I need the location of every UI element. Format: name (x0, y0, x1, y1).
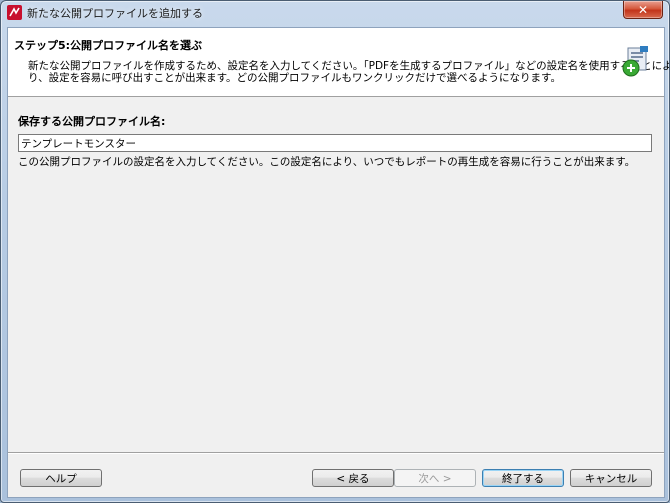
finish-button[interactable]: 終了する (482, 469, 564, 487)
close-icon: ✕ (637, 2, 649, 17)
footer-divider (8, 452, 664, 454)
profile-name-hint: この公開プロファイルの設定名を入力してください。この設定名により、いつでもレポー… (18, 156, 636, 168)
back-button[interactable]: < 戻る (312, 469, 394, 487)
wizard-client-area: ステップ5:公開プロファイル名を選ぶ 新たな公開プロファイルを作成するため、設定… (7, 27, 670, 498)
title-bar[interactable]: 新たな公開プロファイルを追加する ✕ (1, 1, 669, 25)
next-button[interactable]: 次へ > (394, 469, 476, 487)
wizard-header: ステップ5:公開プロファイル名を選ぶ 新たな公開プロファイルを作成するため、設定… (8, 28, 670, 97)
help-button[interactable]: ヘルプ (20, 469, 102, 487)
cancel-button[interactable]: キャンセル (570, 469, 652, 487)
close-button[interactable]: ✕ (623, 1, 663, 19)
profile-name-input[interactable] (18, 134, 652, 152)
wizard-body: 保存する公開プロファイル名: この公開プロファイルの設定名を入力してください。こ… (8, 97, 664, 452)
profile-name-label: 保存する公開プロファイル名: (18, 115, 166, 128)
step-description-line: 新たな公開プロファイルを作成するため、設定名を入力してください。「PDFを生成す… (28, 60, 670, 72)
dialog-window: 新たな公開プロファイルを追加する ✕ ステップ5:公開プロファイル名を選ぶ 新た… (0, 0, 670, 503)
step-description-line: り、設定を容易に呼び出すことが出来ます。どの公開プロファイルもワンクリックだけで… (28, 72, 561, 84)
wizard-add-icon (622, 46, 648, 77)
step-title: ステップ5:公開プロファイル名を選ぶ (14, 39, 203, 52)
app-logo-icon (7, 5, 22, 20)
step-description: 新たな公開プロファイルを作成するため、設定名を入力してください。「PDFを生成す… (28, 60, 670, 84)
window-title: 新たな公開プロファイルを追加する (27, 7, 203, 20)
